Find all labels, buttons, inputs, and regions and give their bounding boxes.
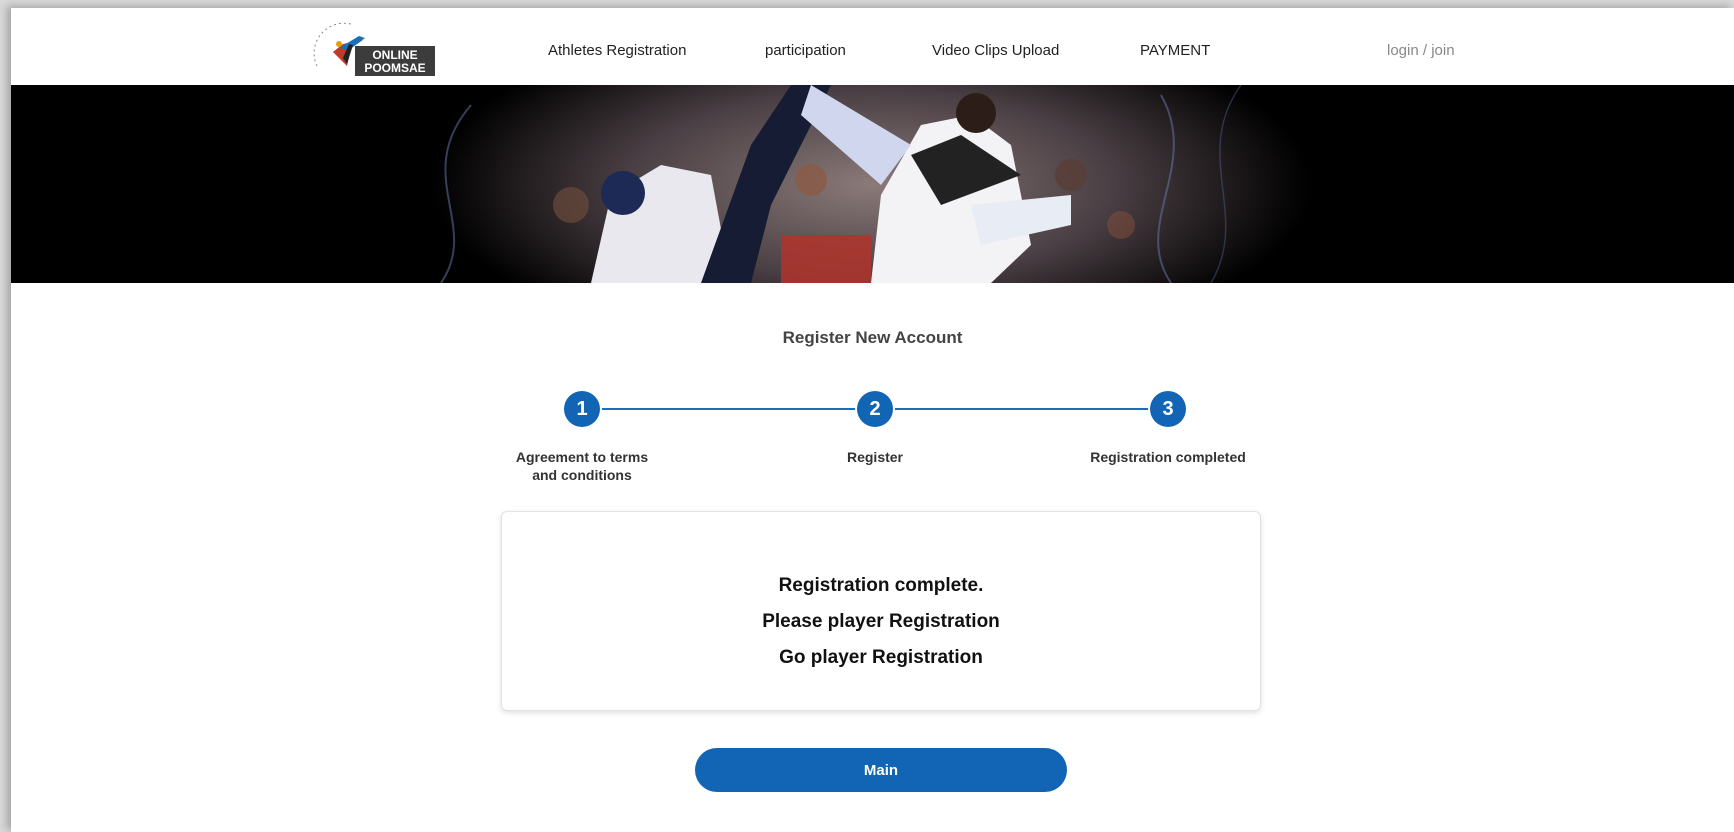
page-title: Register New Account [782,328,963,347]
login-join-link[interactable]: login / join [1387,42,1455,59]
stepper-line-2-3 [875,408,1168,410]
nav-participation[interactable]: participation [765,42,846,59]
page-frame: ONLINE POOMSAE Athletes Registration par… [11,8,1734,832]
nav-athletes-registration[interactable]: Athletes Registration [548,42,686,59]
step-2-label: Register [846,449,904,465]
step-3-circle: 3 [1150,391,1186,427]
step-3-label: Registration completed [1090,449,1246,465]
step-2-circle: 2 [857,391,893,427]
hero-banner [11,85,1734,283]
message-registration-complete: Registration complete. [778,575,984,596]
registration-complete-box: Registration complete. Please player Reg… [501,511,1261,711]
step-1-label: Agreement to terms and conditions [515,449,649,483]
message-go-player-registration: Go player Registration [779,647,983,668]
taekwondo-action-photo [11,85,1734,283]
nav-video-clips-upload[interactable]: Video Clips Upload [932,42,1059,59]
logo-text-online: ONLINE [372,48,417,62]
stepper-line-1-2 [582,408,876,410]
online-poomsae-logo[interactable]: ONLINE POOMSAE [303,14,443,80]
main-button[interactable]: Main [695,748,1067,792]
step-1-circle: 1 [564,391,600,427]
logo-text-poomsae: POOMSAE [364,61,425,75]
nav-payment[interactable]: PAYMENT [1140,42,1210,59]
site-header: ONLINE POOMSAE Athletes Registration par… [11,8,1734,85]
message-please-player-registration: Please player Registration [762,611,1000,632]
